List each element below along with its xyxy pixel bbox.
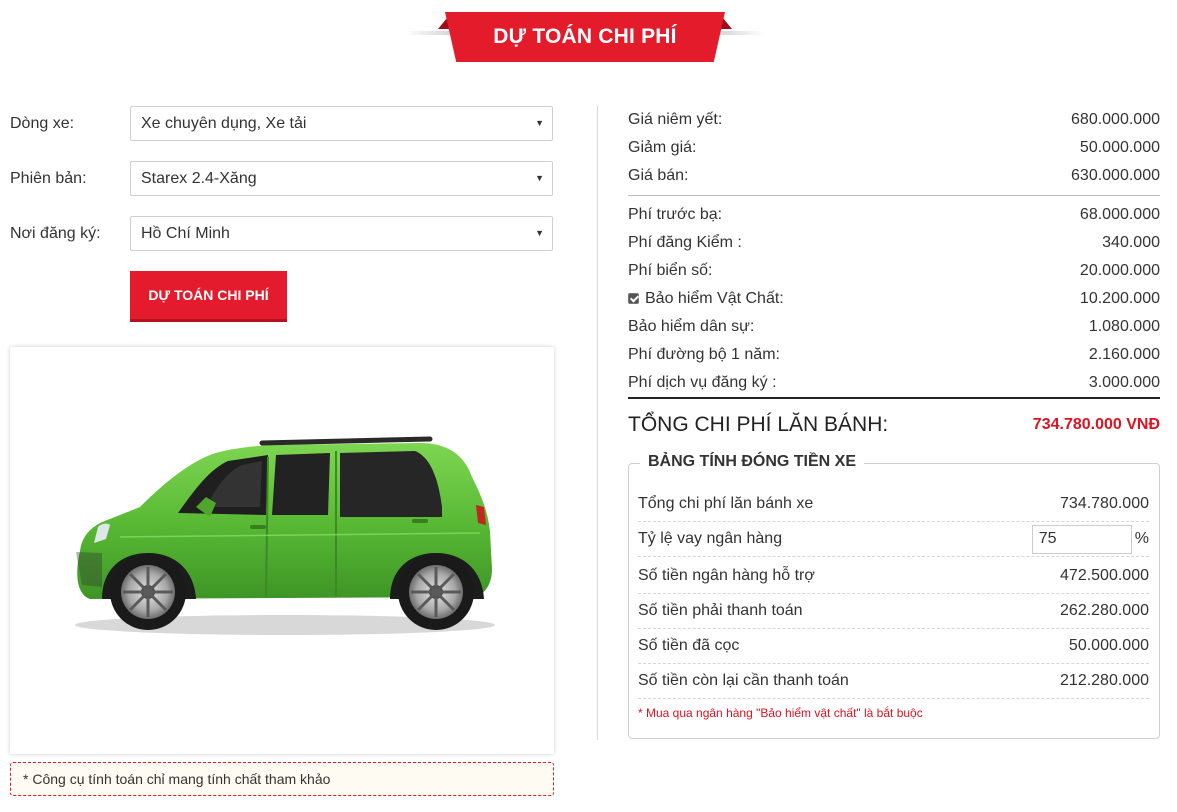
price-row-sale-price: Giá bán: 630.000.000	[628, 162, 1160, 190]
payment-row-deposit: Số tiền đã cọc 50.000.000	[638, 629, 1149, 664]
form-row-version: Phiên bản: Starex 2.4-Xăng ▼	[10, 161, 554, 196]
price-value: 1.080.000	[1088, 318, 1160, 335]
price-value: 10.200.000	[1079, 290, 1160, 307]
payment-row-total: Tổng chi phí lăn bánh xe 734.780.000	[638, 487, 1149, 522]
price-row-road-fee: Phí đường bộ 1 năm: 2.160.000	[628, 341, 1160, 369]
price-value: 20.000.000	[1079, 262, 1160, 279]
price-value: 2.160.000	[1088, 346, 1160, 363]
price-label: Phí biển số:	[628, 262, 713, 279]
payment-label: Tỷ lệ vay ngân hàng	[638, 530, 783, 547]
model-select[interactable]: Xe chuyên dụng, Xe tải ▼	[130, 106, 553, 141]
payment-row-to-pay: Số tiền phải thanh toán 262.280.000	[638, 594, 1149, 629]
price-row-service-fee: Phí dịch vụ đăng ký : 3.000.000	[628, 369, 1160, 397]
price-label: Giảm giá:	[628, 139, 697, 156]
percent-unit: %	[1134, 530, 1149, 547]
car-image-card	[10, 347, 554, 754]
loan-rate-input[interactable]: 75	[1031, 524, 1132, 554]
payment-value: 472.500.000	[1060, 567, 1149, 584]
chevron-down-icon: ▼	[535, 173, 544, 183]
estimate-cost-button[interactable]: DỰ TOÁN CHI PHÍ	[130, 271, 287, 322]
payment-label: Tổng chi phí lăn bánh xe	[638, 495, 814, 512]
price-row-civil-insurance: Bảo hiểm dân sự: 1.080.000	[628, 313, 1160, 341]
region-label: Nơi đăng ký:	[10, 224, 101, 242]
payment-row-loan-rate: Tỷ lệ vay ngân hàng 75 %	[638, 522, 1149, 557]
price-label: Bảo hiểm Vật Chất:	[645, 290, 784, 307]
price-value: 630.000.000	[1071, 167, 1160, 184]
price-label: Phí dịch vụ đăng ký :	[628, 374, 777, 391]
region-select-value: Hồ Chí Minh	[141, 224, 230, 242]
disclaimer-note: * Công cụ tính toán chỉ mang tính chất t…	[10, 762, 554, 796]
price-row-list-price: Giá niêm yết: 680.000.000	[628, 106, 1160, 134]
column-divider	[597, 106, 598, 740]
price-value: 3.000.000	[1088, 374, 1160, 391]
total-label: TỔNG CHI PHÍ LĂN BÁNH:	[628, 413, 889, 436]
loan-rate-input-group: 75 %	[1031, 524, 1149, 554]
payment-label: Số tiền phải thanh toán	[638, 602, 803, 619]
version-select[interactable]: Starex 2.4-Xăng ▼	[130, 161, 553, 196]
payment-value: 262.280.000	[1060, 602, 1149, 619]
price-value: 50.000.000	[1079, 139, 1160, 156]
payment-row-remaining: Số tiền còn lại cần thanh toán 212.280.0…	[638, 664, 1149, 699]
chevron-down-icon: ▼	[535, 118, 544, 128]
price-row-plate-fee: Phí biển số: 20.000.000	[628, 257, 1160, 285]
car-image	[75, 436, 495, 635]
price-label: Giá niêm yết:	[628, 111, 723, 128]
payment-label: Số tiền đã cọc	[638, 637, 740, 654]
payment-value: 734.780.000	[1060, 495, 1149, 512]
chevron-down-icon: ▼	[535, 228, 544, 238]
total-value: 734.780.000 VNĐ	[1032, 416, 1160, 433]
price-label: Giá bán:	[628, 167, 689, 184]
payment-label: Số tiền còn lại cần thanh toán	[638, 672, 849, 689]
payment-table-title: BẢNG TÍNH ĐÓNG TIỀN XE	[640, 453, 865, 471]
payment-value: 50.000.000	[1068, 637, 1149, 654]
title-banner: DỰ TOÁN CHI PHÍ	[405, 12, 765, 62]
price-row-inspection-fee: Phí đăng Kiểm : 340.000	[628, 229, 1160, 257]
model-select-value: Xe chuyên dụng, Xe tải	[141, 114, 307, 132]
price-value: 68.000.000	[1079, 206, 1160, 223]
form-row-model: Dòng xe: Xe chuyên dụng, Xe tải ▼	[10, 106, 554, 141]
price-value: 680.000.000	[1071, 111, 1160, 128]
total-divider	[628, 397, 1160, 399]
payment-label: Số tiền ngân hàng hỗ trợ	[638, 567, 815, 584]
region-select[interactable]: Hồ Chí Minh ▼	[130, 216, 553, 251]
price-label: Phí đường bộ 1 năm:	[628, 346, 780, 363]
payment-value: 212.280.000	[1060, 672, 1149, 689]
price-label: Phí trước bạ:	[628, 206, 723, 223]
material-insurance-item: Bảo hiểm Vật Chất:	[628, 290, 784, 308]
price-label: Bảo hiểm dân sự:	[628, 318, 755, 335]
form-row-region: Nơi đăng ký: Hồ Chí Minh ▼	[10, 216, 554, 251]
page-title: DỰ TOÁN CHI PHÍ	[445, 12, 725, 62]
version-label: Phiên bản:	[10, 169, 87, 187]
price-divider	[628, 195, 1160, 196]
price-label: Phí đăng Kiểm :	[628, 234, 742, 251]
model-label: Dòng xe:	[10, 114, 75, 132]
price-value: 340.000	[1102, 234, 1160, 251]
price-row-material-insurance: Bảo hiểm Vật Chất: 10.200.000	[628, 285, 1160, 313]
price-row-registration-tax: Phí trước bạ: 68.000.000	[628, 201, 1160, 229]
price-row-discount: Giảm giá: 50.000.000	[628, 134, 1160, 162]
payment-note: * Mua qua ngân hàng "Bảo hiểm vật chất" …	[638, 706, 923, 720]
insurance-checkbox[interactable]	[628, 293, 639, 304]
total-row: TỔNG CHI PHÍ LĂN BÁNH: 734.780.000 VNĐ	[628, 410, 1160, 440]
payment-row-bank-support: Số tiền ngân hàng hỗ trợ 472.500.000	[638, 559, 1149, 594]
version-select-value: Starex 2.4-Xăng	[141, 169, 257, 187]
